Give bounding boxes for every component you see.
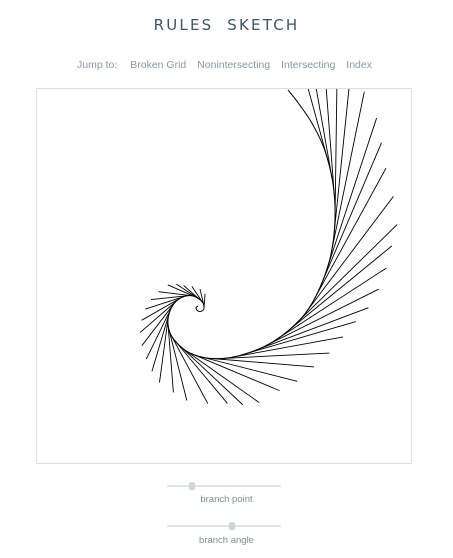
slider-track [167, 525, 281, 527]
branch-rule [307, 89, 329, 162]
slider-thumb[interactable] [228, 522, 235, 530]
jump-nav: Jump to: Broken Grid Nonintersecting Int… [0, 59, 453, 71]
slider-thumb[interactable] [189, 482, 196, 490]
branch-rule [191, 353, 280, 392]
branch-angle-slider[interactable] [167, 521, 281, 531]
nav-link-intersecting[interactable]: Intersecting [281, 59, 335, 71]
branch-rule [199, 288, 205, 306]
branch-rule [253, 307, 369, 352]
branch-rule [203, 293, 206, 308]
slider-track [167, 485, 281, 487]
branch-point-label: branch point [200, 494, 253, 505]
sketch-canvas [36, 88, 412, 464]
page-title: RULES SKETCH [153, 16, 300, 34]
branch-rule [139, 300, 178, 333]
branch-rule [170, 334, 209, 404]
branch-angle-label: branch angle [199, 535, 254, 546]
branch-rule [159, 318, 169, 383]
branch-rule [158, 291, 192, 297]
branch-point-slider[interactable] [167, 481, 281, 491]
nav-link-nonintersecting[interactable]: Nonintersecting [197, 59, 270, 71]
branch-rule [174, 340, 228, 404]
branch-rule [334, 89, 338, 217]
jump-to-label: Jump to: [77, 59, 118, 71]
branch-rule [210, 357, 315, 368]
spiral-rules-drawing [139, 89, 398, 405]
nav-link-broken-grid[interactable]: Broken Grid [130, 59, 186, 71]
branch-rule [179, 345, 243, 405]
branch-rule [231, 336, 344, 358]
branch-rule [305, 196, 394, 313]
branch-rule [141, 297, 181, 321]
nav-link-index[interactable]: Index [346, 59, 372, 71]
branch-rule [184, 349, 260, 403]
spiral-curve [167, 89, 336, 360]
